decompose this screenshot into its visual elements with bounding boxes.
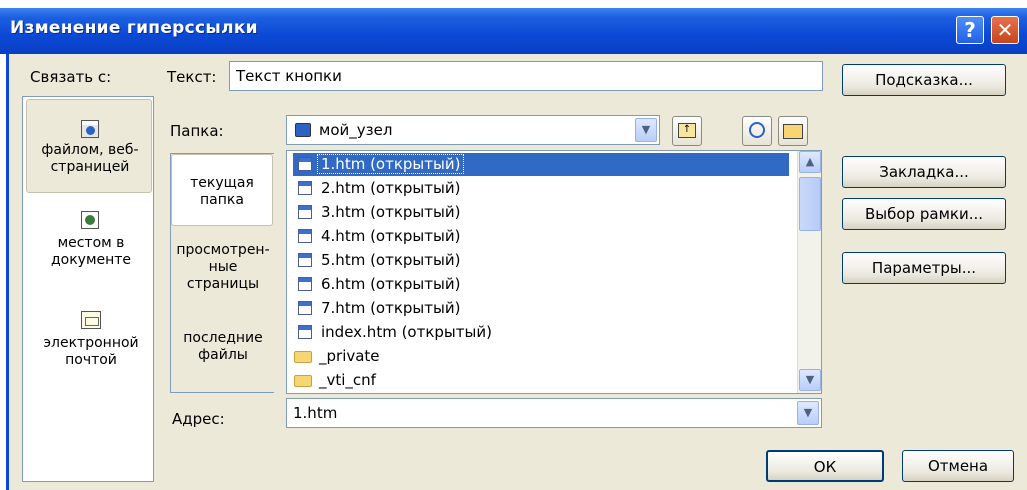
place-current-folder[interactable]: текущая папка [171, 154, 273, 226]
frame-select-button[interactable]: Выбор рамки... [842, 198, 1006, 230]
tooltip-button[interactable]: Подсказка... [842, 64, 1006, 96]
file-row[interactable]: 5.htm (открытый) [293, 249, 789, 272]
browse-file-button[interactable] [778, 116, 808, 146]
address-value: 1.htm [293, 404, 338, 422]
file-name: index.htm (открытый) [321, 323, 492, 341]
window-title: Изменение гиперссылки [10, 18, 258, 38]
folder-icon [294, 375, 312, 387]
place-label: текущая папка [190, 175, 254, 208]
web-page-icon [81, 120, 99, 138]
scroll-down-button[interactable]: ▼ [799, 369, 821, 391]
html-file-icon [298, 325, 312, 339]
parameters-button[interactable]: Параметры... [842, 252, 1006, 284]
open-folder-icon [783, 124, 803, 139]
place-recent-files[interactable]: последние файлы [171, 330, 275, 374]
folder-combobox[interactable]: мой_узел ▼ [286, 115, 660, 145]
file-row[interactable]: 1.htm (открытый) [293, 153, 789, 176]
place-label: последние файлы [183, 330, 263, 363]
file-name: 1.htm (открытый) [316, 154, 465, 174]
file-row[interactable]: index.htm (открытый) [293, 321, 789, 344]
place-label: просмотрен-ные страницы [176, 242, 270, 292]
html-file-icon [298, 277, 312, 291]
file-row[interactable]: _private [293, 345, 789, 368]
chevron-down-icon[interactable]: ▼ [635, 118, 657, 142]
text-label: Текст: [167, 68, 217, 86]
file-row[interactable]: 3.htm (открытый) [293, 201, 789, 224]
file-row[interactable]: 7.htm (открытый) [293, 297, 789, 320]
scroll-thumb[interactable] [799, 177, 821, 231]
folder-icon [294, 351, 312, 363]
places-bar: текущая папка просмотрен-ные страницы по… [170, 153, 274, 393]
up-one-level-button[interactable]: ↑ [672, 116, 702, 146]
link-option-label: файлом, веб-страницей [41, 142, 139, 175]
browse-web-button[interactable] [742, 116, 772, 146]
link-option-file-web[interactable]: файлом, веб-страницей [26, 99, 152, 193]
link-option-label: местом в документе [50, 235, 132, 268]
scroll-up-button[interactable]: ▲ [799, 151, 821, 173]
bookmark-button[interactable]: Закладка... [842, 156, 1006, 188]
html-file-icon [298, 229, 312, 243]
file-name: _vti_cnf [319, 371, 376, 389]
close-button[interactable]: ✕ [991, 16, 1019, 44]
document-place-icon [81, 211, 99, 229]
file-name: 2.htm (открытый) [321, 179, 461, 197]
link-to-label: Связать с: [30, 68, 112, 86]
file-row[interactable]: _vti_cnf [293, 369, 789, 392]
file-row[interactable]: 2.htm (открытый) [293, 177, 789, 200]
html-file-icon [298, 253, 312, 267]
file-name: 4.htm (открытый) [321, 227, 461, 245]
address-label: Адрес: [172, 410, 225, 428]
file-name: 7.htm (открытый) [321, 299, 461, 317]
chevron-down-icon[interactable]: ▼ [797, 401, 819, 425]
link-option-email[interactable]: электронной почтой [29, 307, 153, 397]
html-file-icon [298, 157, 312, 171]
html-file-icon [298, 205, 312, 219]
help-button[interactable]: ? [956, 16, 984, 44]
file-row[interactable]: 4.htm (открытый) [293, 225, 789, 248]
address-combobox[interactable]: 1.htm ▼ [286, 398, 822, 428]
file-row[interactable]: 6.htm (открытый) [293, 273, 789, 296]
file-name: 6.htm (открытый) [321, 275, 461, 293]
html-file-icon [298, 181, 312, 195]
link-to-panel: файлом, веб-страницей местом в документе… [22, 96, 154, 482]
file-list[interactable]: 1.htm (открытый) 2.htm (открытый) 3.htm (о… [286, 150, 822, 394]
html-file-icon [298, 301, 312, 315]
globe-search-icon [749, 122, 765, 138]
link-option-document-place[interactable]: местом в документе [29, 211, 153, 301]
folder-value: мой_узел [319, 121, 393, 139]
link-option-label: электронной почтой [43, 335, 139, 368]
folder-label: Папка: [170, 122, 224, 140]
ok-button[interactable]: ОК [766, 450, 884, 482]
file-name: 5.htm (открытый) [321, 251, 461, 269]
file-name: 3.htm (открытый) [321, 203, 461, 221]
text-input[interactable]: Текст кнопки [229, 61, 823, 91]
cancel-button[interactable]: Отмена [902, 450, 1014, 482]
email-icon [81, 311, 101, 329]
vertical-scrollbar[interactable]: ▲ ▼ [797, 151, 821, 393]
folder-up-icon: ↑ [678, 123, 696, 138]
place-browsed-pages[interactable]: просмотрен-ные страницы [171, 242, 275, 304]
file-name: _private [319, 347, 380, 365]
web-folder-icon [295, 123, 311, 137]
